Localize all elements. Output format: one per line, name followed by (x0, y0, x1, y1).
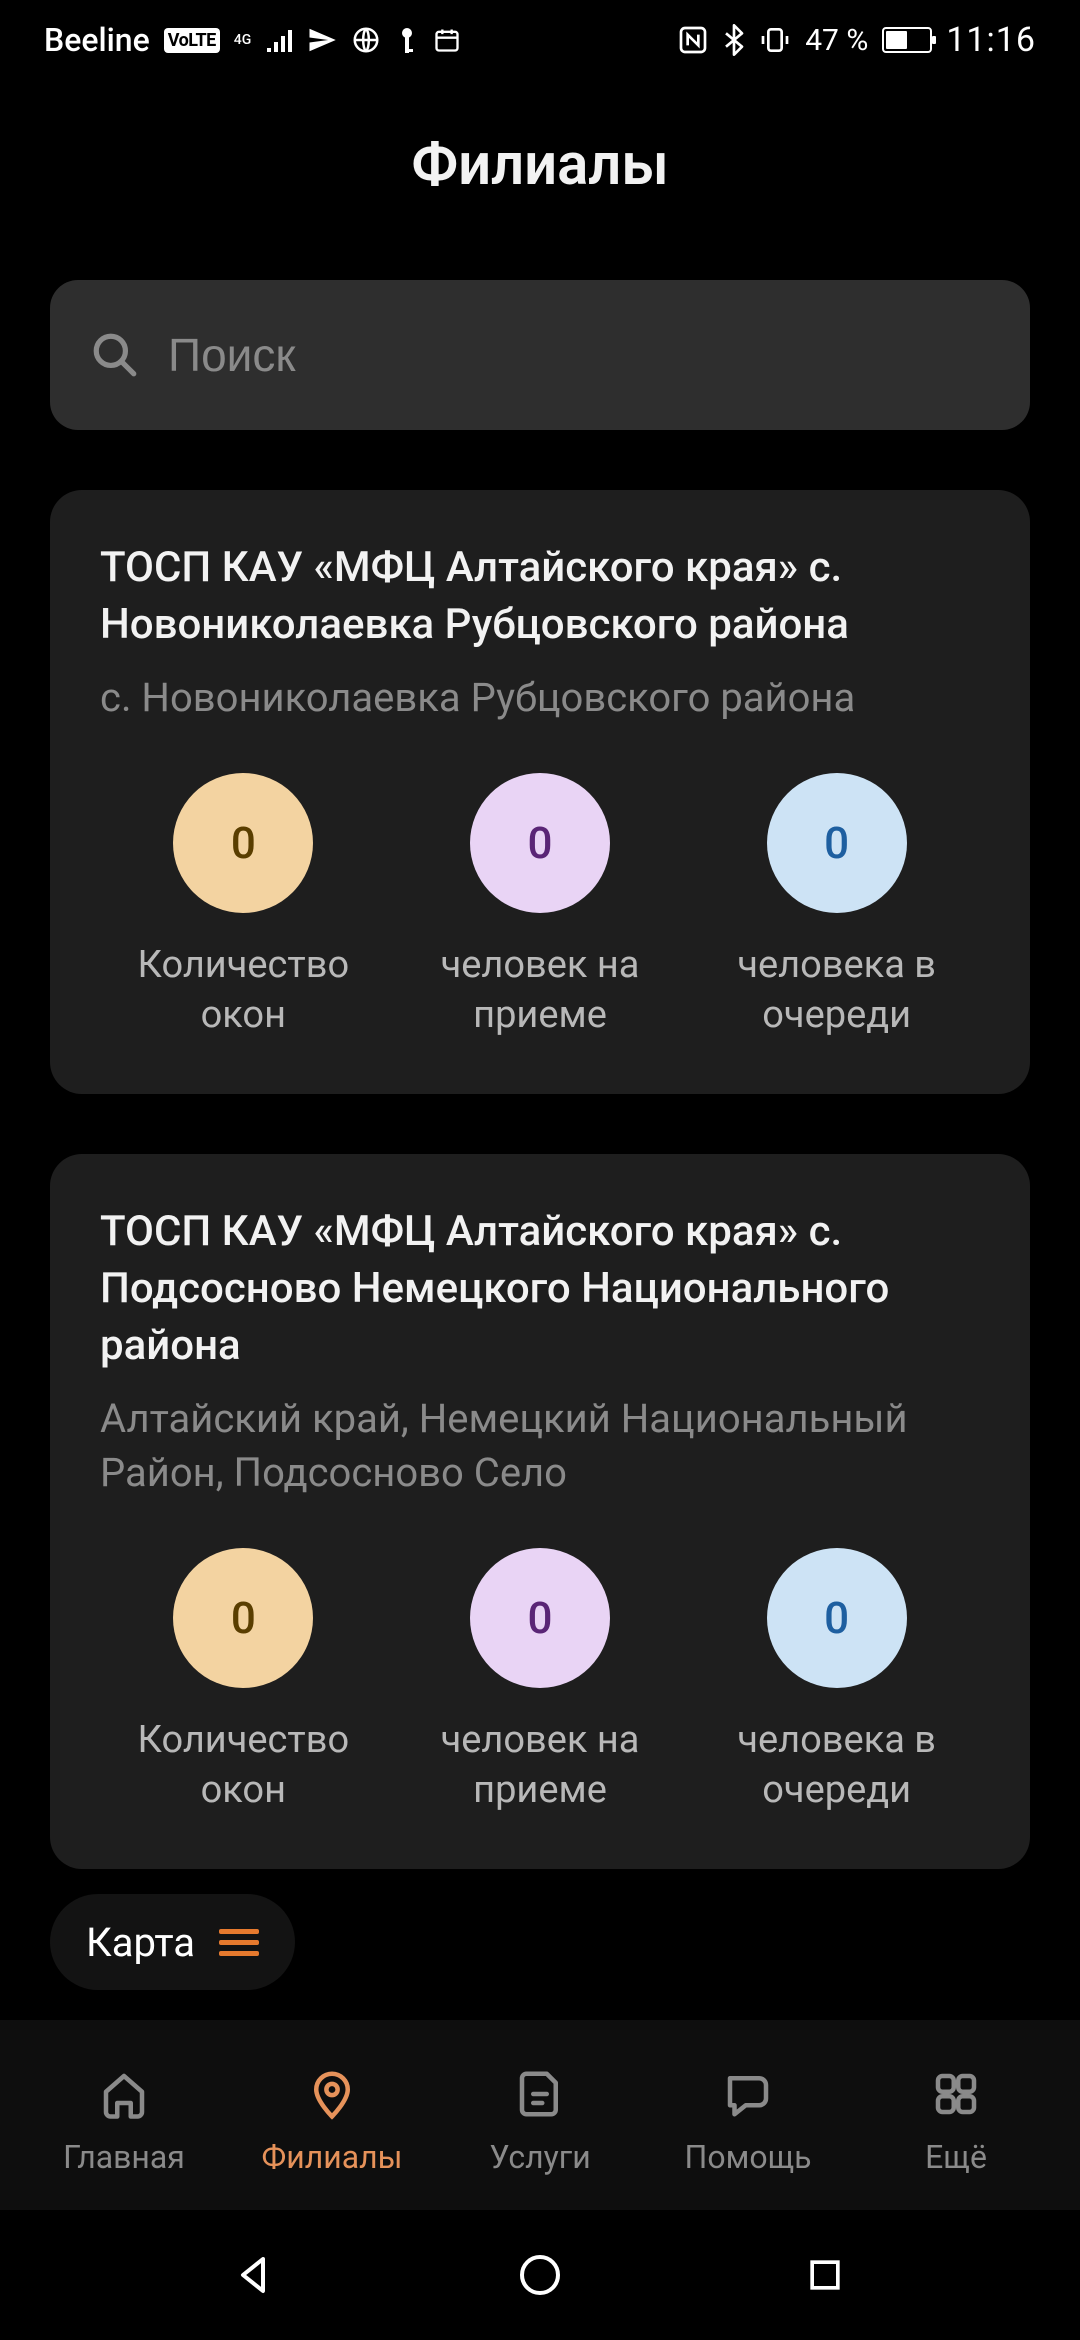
branch-stats: 0 Количество окон 0 человек на приеме 0 … (100, 773, 980, 1040)
calendar-icon (433, 26, 461, 54)
branch-address: с. Новониколаевка Рубцовского района (100, 671, 980, 725)
content-area: ТОСП КАУ «МФЦ Алтайского края» с. Новони… (0, 250, 1080, 2120)
bluetooth-icon (723, 24, 745, 56)
system-recents-button[interactable] (795, 2245, 855, 2305)
nav-services[interactable]: Услуги (436, 2064, 644, 2176)
search-input[interactable] (168, 328, 990, 382)
stat-serving-label: человек на приеме (441, 941, 640, 1040)
stat-windows-label: Количество окон (138, 1716, 350, 1815)
status-bar: Beeline VoLTE 4G 47 % 11:16 (0, 0, 1080, 80)
menu-lines-icon (219, 1929, 259, 1956)
status-right: 47 % 11:16 (677, 20, 1036, 60)
stat-windows-value: 0 (173, 1548, 313, 1688)
nav-home[interactable]: Главная (20, 2064, 228, 2176)
globe-icon (351, 25, 381, 55)
system-back-button[interactable] (225, 2245, 285, 2305)
nav-help[interactable]: Помощь (644, 2064, 852, 2176)
page-title: Филиалы (411, 131, 668, 199)
stat-windows: 0 Количество окон (100, 1548, 387, 1815)
grid-icon (929, 2064, 983, 2124)
stat-windows-value: 0 (173, 773, 313, 913)
branch-card[interactable]: ТОСП КАУ «МФЦ Алтайского края» с. Новони… (50, 490, 1030, 1094)
carrier-label: Beeline (44, 21, 150, 59)
stat-queue: 0 человека в очереди (693, 1548, 980, 1815)
battery-icon (882, 27, 932, 53)
stat-queue-label: человека в очереди (737, 941, 936, 1040)
page-header: Филиалы (0, 80, 1080, 250)
stat-queue: 0 человека в очереди (693, 773, 980, 1040)
map-toggle-label: Карта (86, 1919, 195, 1966)
stat-queue-value: 0 (767, 773, 907, 913)
vibrate-icon (759, 24, 791, 56)
system-navigation-bar (0, 2210, 1080, 2340)
nfc-icon (677, 24, 709, 56)
nav-help-label: Помощь (685, 2138, 812, 2176)
bottom-navigation: Главная Филиалы Услуги Помощь Ещё (0, 2020, 1080, 2210)
document-icon (513, 2064, 567, 2124)
stat-serving-label: человек на приеме (441, 1716, 640, 1815)
system-home-button[interactable] (510, 2245, 570, 2305)
branch-stats: 0 Количество окон 0 человек на приеме 0 … (100, 1548, 980, 1815)
key-icon (395, 25, 419, 55)
home-icon (97, 2064, 151, 2124)
nav-services-label: Услуги (489, 2138, 590, 2176)
branch-card[interactable]: ТОСП КАУ «МФЦ Алтайского края» с. Подсос… (50, 1154, 1030, 1869)
branch-title: ТОСП КАУ «МФЦ Алтайского края» с. Подсос… (100, 1204, 980, 1374)
signal-icon (265, 28, 293, 52)
stat-serving-value: 0 (470, 1548, 610, 1688)
nav-home-label: Главная (63, 2138, 185, 2176)
status-left: Beeline VoLTE 4G (44, 21, 461, 59)
branch-title: ТОСП КАУ «МФЦ Алтайского края» с. Новони… (100, 540, 980, 653)
stat-serving: 0 человек на приеме (397, 1548, 684, 1815)
send-icon (307, 25, 337, 55)
battery-percent: 47 % (805, 23, 868, 58)
nav-branches-label: Филиалы (262, 2138, 403, 2176)
stat-serving: 0 человек на приеме (397, 773, 684, 1040)
network-type: 4G (234, 33, 252, 47)
clock: 11:16 (946, 20, 1036, 60)
stat-serving-value: 0 (470, 773, 610, 913)
nav-branches[interactable]: Филиалы (228, 2064, 436, 2176)
branch-address: Алтайский край, Немецкий Национальный Ра… (100, 1392, 980, 1500)
search-field[interactable] (50, 280, 1030, 430)
map-toggle-button[interactable]: Карта (50, 1894, 295, 1990)
location-pin-icon (305, 2064, 359, 2124)
nav-more[interactable]: Ещё (852, 2064, 1060, 2176)
nav-more-label: Ещё (925, 2138, 987, 2176)
stat-windows: 0 Количество окон (100, 773, 387, 1040)
stat-windows-label: Количество окон (138, 941, 350, 1040)
stat-queue-label: человека в очереди (737, 1716, 936, 1815)
search-icon (90, 330, 140, 380)
chat-icon (721, 2064, 775, 2124)
stat-queue-value: 0 (767, 1548, 907, 1688)
volte-badge: VoLTE (164, 28, 220, 53)
